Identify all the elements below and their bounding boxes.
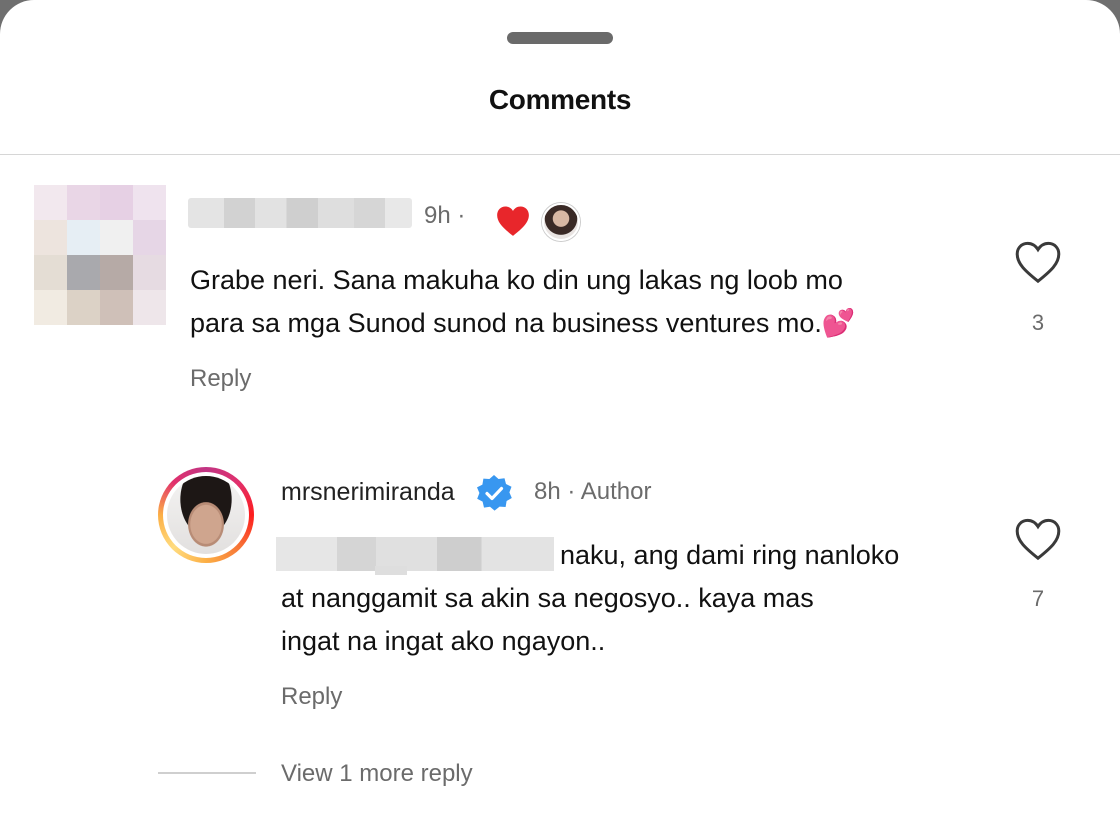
author-username[interactable]: mrsnerimiranda bbox=[281, 478, 455, 507]
drag-handle[interactable] bbox=[507, 32, 613, 44]
mention-redacted[interactable] bbox=[276, 537, 554, 571]
comments-sheet: Comments 9h · Grabe neri. Sana makuha ko… bbox=[0, 0, 1120, 822]
commenter-avatar-pixelated[interactable] bbox=[34, 185, 166, 325]
author-badge: Author bbox=[580, 478, 652, 505]
verified-badge-icon bbox=[477, 475, 512, 511]
commenter-username-redacted[interactable] bbox=[188, 198, 412, 228]
heart-filled-icon bbox=[497, 206, 529, 236]
comment-text: Grabe neri. Sana makuha ko din ung lakas… bbox=[190, 265, 856, 338]
header-divider bbox=[0, 154, 1120, 155]
author-avatar[interactable] bbox=[158, 467, 254, 563]
mention-redacted-tail bbox=[375, 566, 407, 575]
heart-outline-icon[interactable] bbox=[1014, 517, 1062, 561]
author-like-avatar bbox=[542, 203, 580, 241]
heart-outline-icon[interactable] bbox=[1014, 240, 1062, 284]
comment-time: 9h · bbox=[424, 202, 466, 229]
reply-button[interactable]: Reply bbox=[281, 683, 342, 711]
reply-text-line1: naku, ang dami ring nanloko bbox=[560, 540, 900, 570]
like-count: 3 bbox=[1031, 310, 1045, 335]
view-more-line bbox=[158, 772, 256, 774]
sheet-title: Comments bbox=[488, 84, 632, 115]
view-more-replies-button[interactable]: View 1 more reply bbox=[281, 760, 473, 788]
like-count: 7 bbox=[1031, 586, 1045, 611]
reply-button[interactable]: Reply bbox=[190, 365, 251, 393]
reply-meta: 8h · Author bbox=[534, 478, 652, 505]
reply-text-rest: at nanggamit sa akin sa negosyo.. kaya m… bbox=[281, 583, 814, 656]
